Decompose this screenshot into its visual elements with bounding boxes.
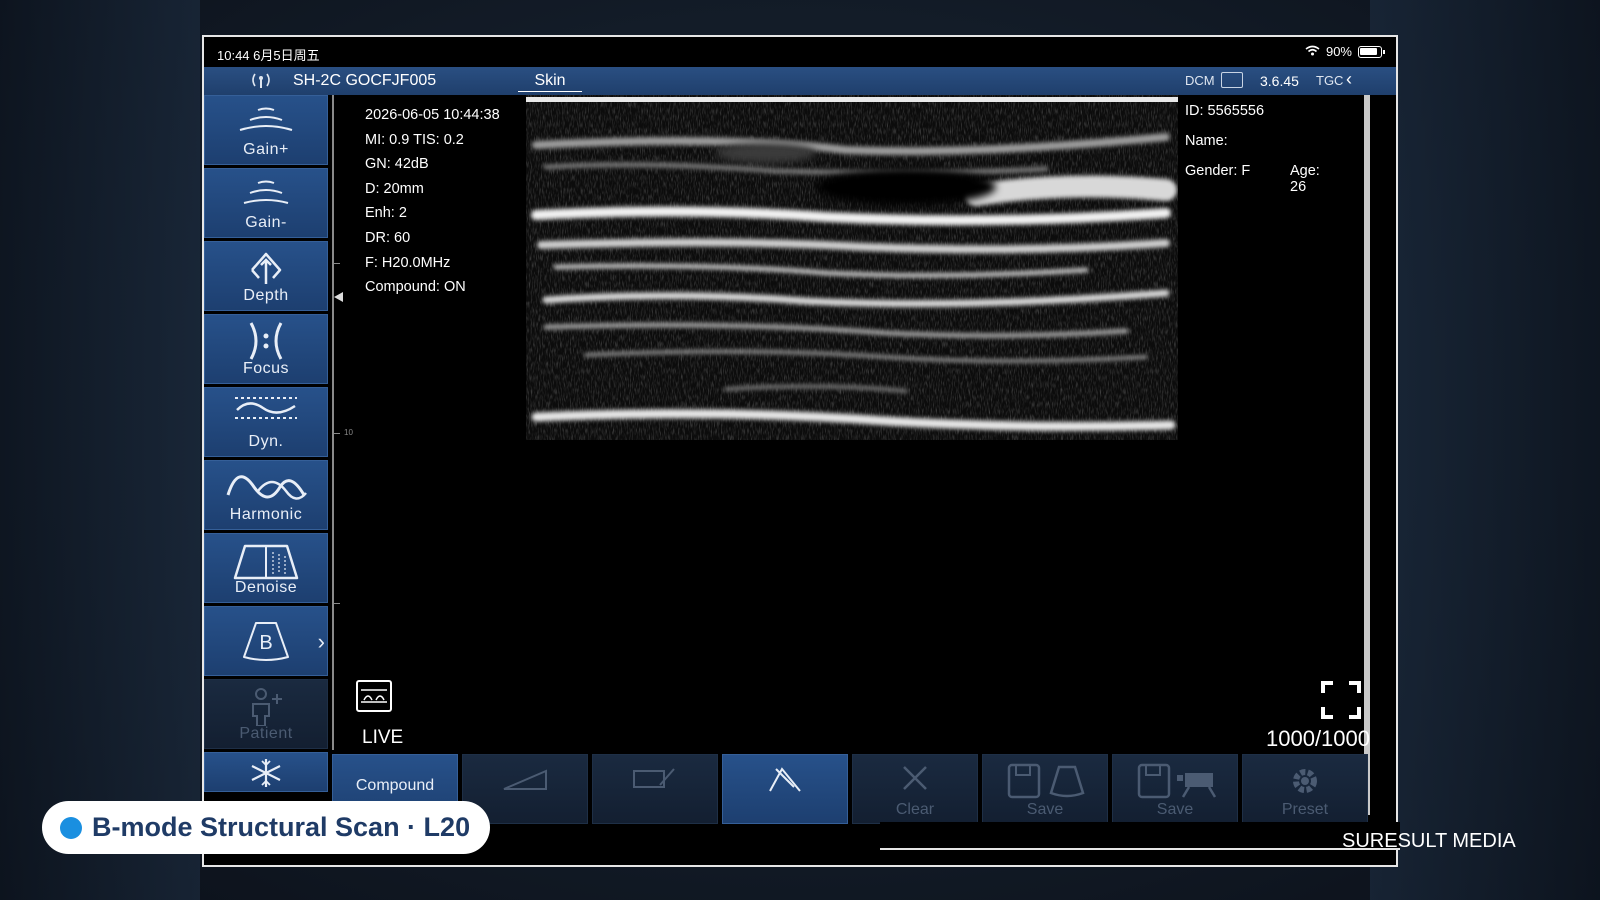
status-time: 10:44 6月5日周五 [217, 48, 320, 63]
b-mode-button[interactable]: B › [204, 606, 328, 676]
scale-tick [334, 433, 340, 434]
fullscreen-icon[interactable] [1321, 681, 1361, 719]
focus-label: Focus [242, 360, 290, 377]
harmonic-button[interactable]: Harmonic [204, 460, 328, 530]
status-bar: 10:44 6月5日周五 90% [204, 37, 1396, 67]
background-right [1370, 0, 1600, 900]
right-scrollbar[interactable] [1364, 95, 1370, 815]
compound-label: Compound [355, 777, 435, 794]
probe-name[interactable]: SH-2C GOCFJF005 [293, 72, 436, 90]
clear-button[interactable]: Clear [852, 754, 978, 824]
battery-icon [1358, 45, 1385, 58]
gain-down-label: Gain- [245, 214, 287, 231]
caption-dot-icon [60, 816, 82, 839]
gain-down-button[interactable]: Gain- [204, 168, 328, 238]
preset-button[interactable]: Preset [1242, 754, 1368, 824]
freeze-button[interactable] [204, 752, 328, 792]
cine-loop-icon[interactable] [356, 680, 392, 712]
dynamic-range-value: DR: 60 [365, 229, 411, 246]
dcm-upload-icon[interactable] [1221, 72, 1243, 88]
patient-name: Name: [1185, 133, 1228, 149]
app-version: 3.6.45 [1260, 73, 1299, 89]
b-mode-expand-chevron-icon[interactable]: › [318, 629, 325, 655]
ultrasound-image[interactable] [526, 95, 1178, 450]
scale-tick [334, 603, 340, 604]
tgc-label[interactable]: TGC [1316, 73, 1343, 88]
patient-label: Patient [239, 725, 293, 742]
gain-down-icon [243, 180, 289, 204]
compound-status: Compound: ON [365, 279, 466, 296]
denoise-label: Denoise [234, 579, 298, 596]
caption-backdrop [880, 822, 1400, 850]
save-image-icon [1007, 763, 1085, 799]
measure-icon [503, 769, 547, 790]
gain-up-label: Gain+ [243, 141, 289, 158]
dcm-label[interactable]: DCM [1185, 73, 1215, 88]
focus-icon [249, 322, 283, 360]
freeze-icon [251, 759, 281, 787]
b-mode-icon: B [243, 622, 289, 661]
b-mode-label: B [259, 632, 272, 654]
patient-age: Age: 26 [1290, 163, 1320, 195]
tgc-chevron-left-icon[interactable]: ‹ [1346, 69, 1352, 90]
scan-parameters: 2026-06-05 10:44:38 MI: 0.9 TIS: 0.2 GN:… [365, 103, 500, 300]
scale-tick [334, 263, 340, 264]
annotation-icon [633, 768, 675, 788]
depth-button[interactable]: Depth [204, 241, 328, 311]
gain-up-button[interactable]: Gain+ [204, 95, 328, 165]
clear-label: Clear [895, 801, 935, 818]
harmonic-icon [226, 475, 307, 500]
enhance-value: Enh: 2 [365, 205, 407, 222]
patient-id: ID: 5565556 [1185, 103, 1265, 119]
probe-connection-icon [249, 71, 273, 94]
scale-number-10: 10 [344, 428, 353, 437]
patient-gender: Gender: F [1185, 163, 1251, 179]
battery-percent: 90% [1325, 44, 1352, 59]
frequency-value: F: H20.0MHz [365, 254, 451, 271]
frame-counter: 1000/1000 [1266, 726, 1370, 751]
save-video-icon [1137, 763, 1217, 799]
body-mark-icon [769, 767, 801, 792]
save-video-button[interactable]: Save [1112, 754, 1238, 824]
patient-info: ID: 5565556 Name: Gender: F Age: 26 [1185, 103, 1320, 195]
save-video-label: Save [1156, 801, 1194, 818]
preset-tab-skin[interactable]: Skin [518, 72, 582, 92]
mi-tis-value: MI: 0.9 TIS: 0.2 [365, 131, 464, 148]
denoise-icon [233, 544, 299, 580]
preset-label: Preset [1281, 801, 1329, 818]
focus-position-marker[interactable] [334, 292, 343, 302]
watermark: SURESULT MEDIA [1342, 830, 1516, 852]
save-image-label: Save [1026, 801, 1064, 818]
depth-label: Depth [243, 287, 289, 304]
probe-header: SH-2C GOCFJF005 Skin DCM 3.6.45 TGC ‹ [204, 67, 1396, 95]
gain-up-icon [239, 107, 293, 131]
tablet-screen: 10:44 6月5日周五 90% SH-2C GOCFJF005 Skin DC… [202, 35, 1398, 867]
patient-button[interactable]: Patient [204, 679, 328, 749]
preset-gear-icon [1293, 769, 1317, 793]
wifi-icon [1305, 45, 1320, 59]
live-status: LIVE [362, 727, 404, 748]
background-left [0, 0, 200, 900]
dynamic-range-label: Dyn. [248, 433, 284, 450]
clear-icon [903, 766, 927, 790]
caption-text: B-mode Structural Scan · L20 [92, 812, 471, 842]
dynamic-range-button[interactable]: Dyn. [204, 387, 328, 457]
body-mark-button[interactable] [722, 754, 848, 824]
depth-icon [251, 252, 282, 284]
harmonic-label: Harmonic [229, 506, 303, 523]
patient-icon [252, 688, 282, 726]
focus-button[interactable]: Focus [204, 314, 328, 384]
denoise-button[interactable]: Denoise [204, 533, 328, 603]
gain-value: GN: 42dB [365, 156, 429, 173]
annotation-button[interactable] [592, 754, 718, 824]
dynamic-range-icon [235, 397, 297, 419]
scan-datetime: 2026-06-05 10:44:38 [365, 107, 500, 123]
video-caption: B-mode Structural Scan · L20 [42, 801, 491, 854]
left-toolbar: Gain+ Gain- Depth Focus Dyn. Harmonic De… [204, 95, 330, 865]
depth-scale [332, 95, 334, 750]
depth-value: D: 20mm [365, 180, 424, 197]
save-image-button[interactable]: Save [982, 754, 1108, 824]
